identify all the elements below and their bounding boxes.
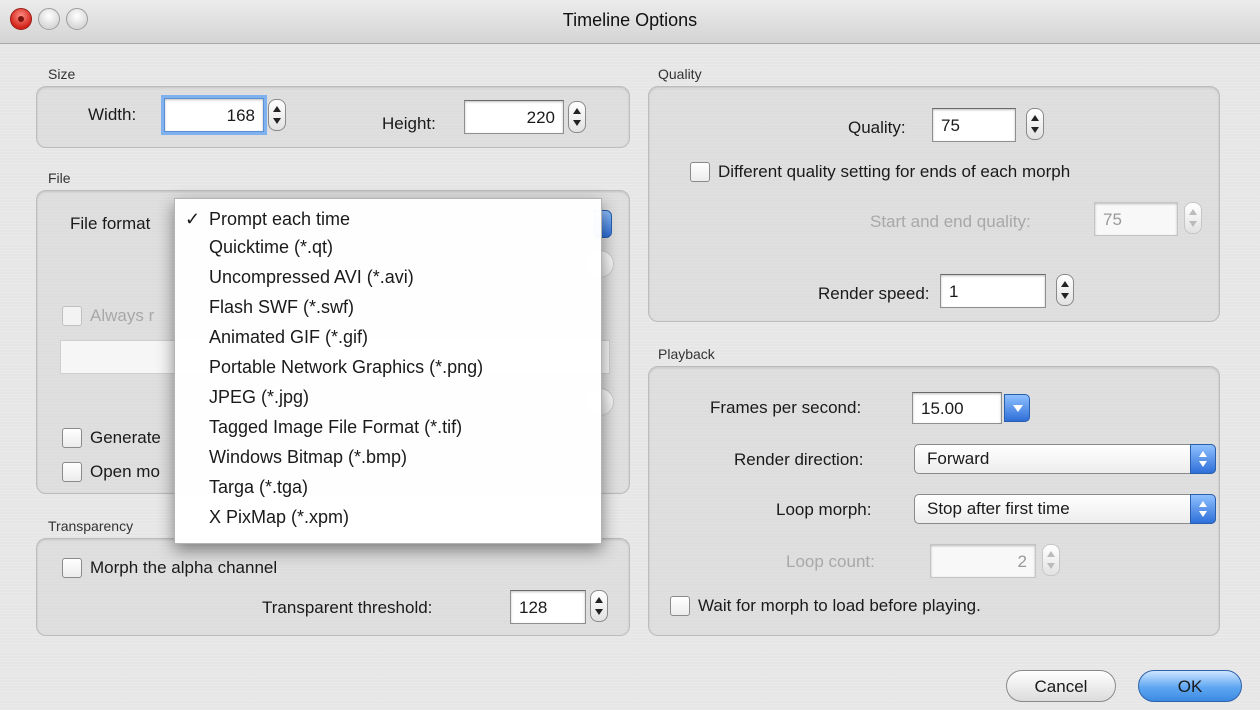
menu-item-label: Animated GIF (*.gif) [209,327,369,347]
different-quality-checkbox[interactable] [690,162,710,182]
width-label: Width: [88,105,137,124]
popup-arrows-icon [1190,444,1216,474]
arrow-down-icon [1031,127,1039,133]
menu-item-label: Quicktime (*.qt) [209,237,334,257]
file-section-label: File [48,170,71,186]
fps-label: Frames per second: [710,398,862,417]
quality-section-label: Quality [658,66,702,82]
window-title: Timeline Options [562,10,698,30]
arrow-up-icon [1047,551,1055,557]
generate-label: Generate [90,428,161,447]
arrow-down-icon [1189,221,1197,227]
wait-checkbox[interactable] [670,596,690,616]
title-bar: Timeline Options [0,0,1260,44]
menu-item-quicktime[interactable]: Quicktime (*.qt) [175,237,603,265]
playback-section-label: Playback [658,346,715,362]
transparency-section-label: Transparency [48,518,134,534]
menu-item-jpeg[interactable]: JPEG (*.jpg) [175,387,603,415]
checkmark-icon: ✓ [185,209,201,229]
menu-item-gif[interactable]: Animated GIF (*.gif) [175,327,603,355]
loop-morph-value: Stop after first time [927,499,1070,518]
generate-checkbox[interactable] [62,428,82,448]
menu-item-label: Targa (*.tga) [209,477,309,497]
render-direction-value: Forward [927,449,990,468]
fps-dropdown-button[interactable] [1004,394,1030,422]
arrow-down-icon [595,609,603,615]
different-quality-label: Different quality setting for ends of ea… [718,162,1071,181]
start-end-quality-field[interactable]: 75 [1094,202,1178,236]
arrow-up-icon [273,106,281,112]
always-label: Always r [90,306,155,325]
render-speed-field[interactable]: 1 [940,274,1046,308]
quality-label: Quality: [848,118,906,137]
width-stepper[interactable] [268,99,286,131]
cancel-button[interactable]: Cancel [1006,670,1116,702]
menu-item-label: Portable Network Graphics (*.png) [209,357,484,377]
loop-count-stepper[interactable] [1042,544,1060,576]
arrow-up-icon [1061,281,1069,287]
loop-count-label: Loop count: [786,552,875,571]
arrow-down-icon [1047,563,1055,569]
arrow-down-icon [573,120,581,126]
size-section-label: Size [48,66,76,82]
wait-label: Wait for morph to load before playing. [698,596,981,615]
render-direction-popup[interactable]: Forward [914,444,1216,474]
open-label: Open mo [90,462,160,481]
always-checkbox[interactable] [62,306,82,326]
render-direction-label: Render direction: [734,450,864,469]
file-format-label: File format [70,214,151,233]
menu-item-label: Flash SWF (*.swf) [209,297,355,317]
arrow-up-icon [1031,115,1039,121]
start-end-quality-label: Start and end quality: [870,212,1031,231]
ok-button[interactable]: OK [1138,670,1242,702]
threshold-label: Transparent threshold: [262,598,433,617]
menu-item-label: X PixMap (*.xpm) [209,507,350,527]
arrow-down-icon [273,118,281,124]
menu-item-label: Prompt each time [209,209,351,229]
popup-arrows-icon [1190,494,1216,524]
menu-item-tif[interactable]: Tagged Image File Format (*.tif) [175,417,603,445]
menu-item-bmp[interactable]: Windows Bitmap (*.bmp) [175,447,603,475]
threshold-field[interactable]: 128 [510,590,586,624]
render-speed-stepper[interactable] [1056,274,1074,306]
menu-item-label: JPEG (*.jpg) [209,387,310,407]
start-end-quality-stepper[interactable] [1184,202,1202,234]
threshold-stepper[interactable] [590,590,608,622]
fps-field[interactable]: 15.00 [912,392,1002,424]
height-label: Height: [382,114,436,133]
timeline-options-window: Timeline Options Size Width: 168 Height:… [0,0,1260,710]
menu-item-label: Tagged Image File Format (*.tif) [209,417,463,437]
menu-item-xpm[interactable]: X PixMap (*.xpm) [175,507,603,535]
arrow-up-icon [1189,209,1197,215]
width-field[interactable]: 168 [164,98,264,132]
loop-count-field[interactable]: 2 [930,544,1036,578]
menu-item-png[interactable]: Portable Network Graphics (*.png) [175,357,603,385]
menu-item-tga[interactable]: Targa (*.tga) [175,477,603,505]
file-format-menu: ✓ Prompt each time Quicktime (*.qt) Unco… [174,198,602,544]
menu-item-swf[interactable]: Flash SWF (*.swf) [175,297,603,325]
open-checkbox[interactable] [62,462,82,482]
arrow-up-icon [573,108,581,114]
menu-item-prompt[interactable]: ✓ Prompt each time [175,209,603,237]
height-stepper[interactable] [568,101,586,133]
morph-alpha-checkbox[interactable] [62,558,82,578]
menu-item-label: Uncompressed AVI (*.avi) [209,267,414,287]
menu-item-label: Windows Bitmap (*.bmp) [209,447,408,467]
height-field[interactable]: 220 [464,100,564,134]
morph-alpha-label: Morph the alpha channel [90,558,278,577]
arrow-down-icon [1061,293,1069,299]
quality-field[interactable]: 75 [932,108,1016,142]
quality-stepper[interactable] [1026,108,1044,140]
render-speed-label: Render speed: [818,284,930,303]
menu-item-avi[interactable]: Uncompressed AVI (*.avi) [175,267,603,295]
loop-morph-popup[interactable]: Stop after first time [914,494,1216,524]
arrow-up-icon [595,597,603,603]
loop-morph-label: Loop morph: [776,500,872,519]
